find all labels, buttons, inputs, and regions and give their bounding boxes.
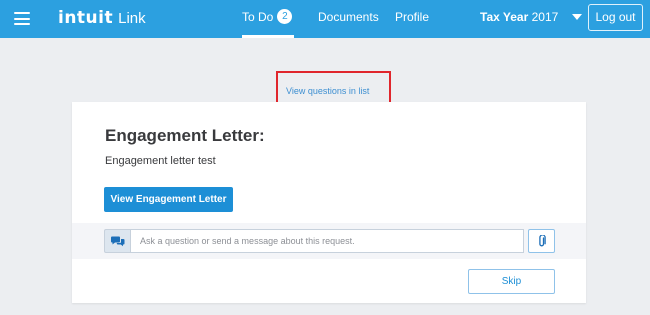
tax-year-prefix: Tax Year xyxy=(480,10,529,24)
tax-year-selector[interactable]: Tax Year 2017 xyxy=(480,0,582,38)
caret-down-icon xyxy=(571,13,582,20)
tax-year-value: 2017 xyxy=(531,10,559,24)
nav-tab-todo-label: To Do xyxy=(242,10,274,24)
chat-bubbles-icon xyxy=(104,229,130,253)
product-name: Link xyxy=(118,10,146,27)
paperclip-icon xyxy=(538,234,546,246)
view-engagement-letter-button[interactable]: View Engagement Letter xyxy=(104,187,233,212)
card-title: Engagement Letter: xyxy=(105,126,265,145)
message-composer xyxy=(72,223,586,259)
hamburger-menu-icon[interactable] xyxy=(14,12,30,25)
todo-count-badge: 2 xyxy=(277,9,293,25)
attach-file-button[interactable] xyxy=(528,229,555,253)
nav-tab-documents[interactable]: Documents xyxy=(318,0,379,38)
intuit-wordmark: intuit xyxy=(58,8,114,28)
logout-button[interactable]: Log out xyxy=(588,4,643,31)
message-input[interactable] xyxy=(130,229,524,253)
card-description: Engagement letter test xyxy=(105,155,216,167)
intuit-link-logo[interactable]: intuit Link xyxy=(58,8,146,28)
nav-tab-todo[interactable]: To Do 2 xyxy=(242,0,294,38)
view-questions-in-list-link[interactable]: View questions in list xyxy=(286,86,369,96)
nav-tab-profile[interactable]: Profile xyxy=(395,0,429,38)
engagement-letter-card: Engagement Letter: Engagement letter tes… xyxy=(72,102,586,303)
top-navigation-bar: intuit Link To Do 2 Documents Profile Tax… xyxy=(0,0,650,38)
skip-button[interactable]: Skip xyxy=(468,269,555,294)
